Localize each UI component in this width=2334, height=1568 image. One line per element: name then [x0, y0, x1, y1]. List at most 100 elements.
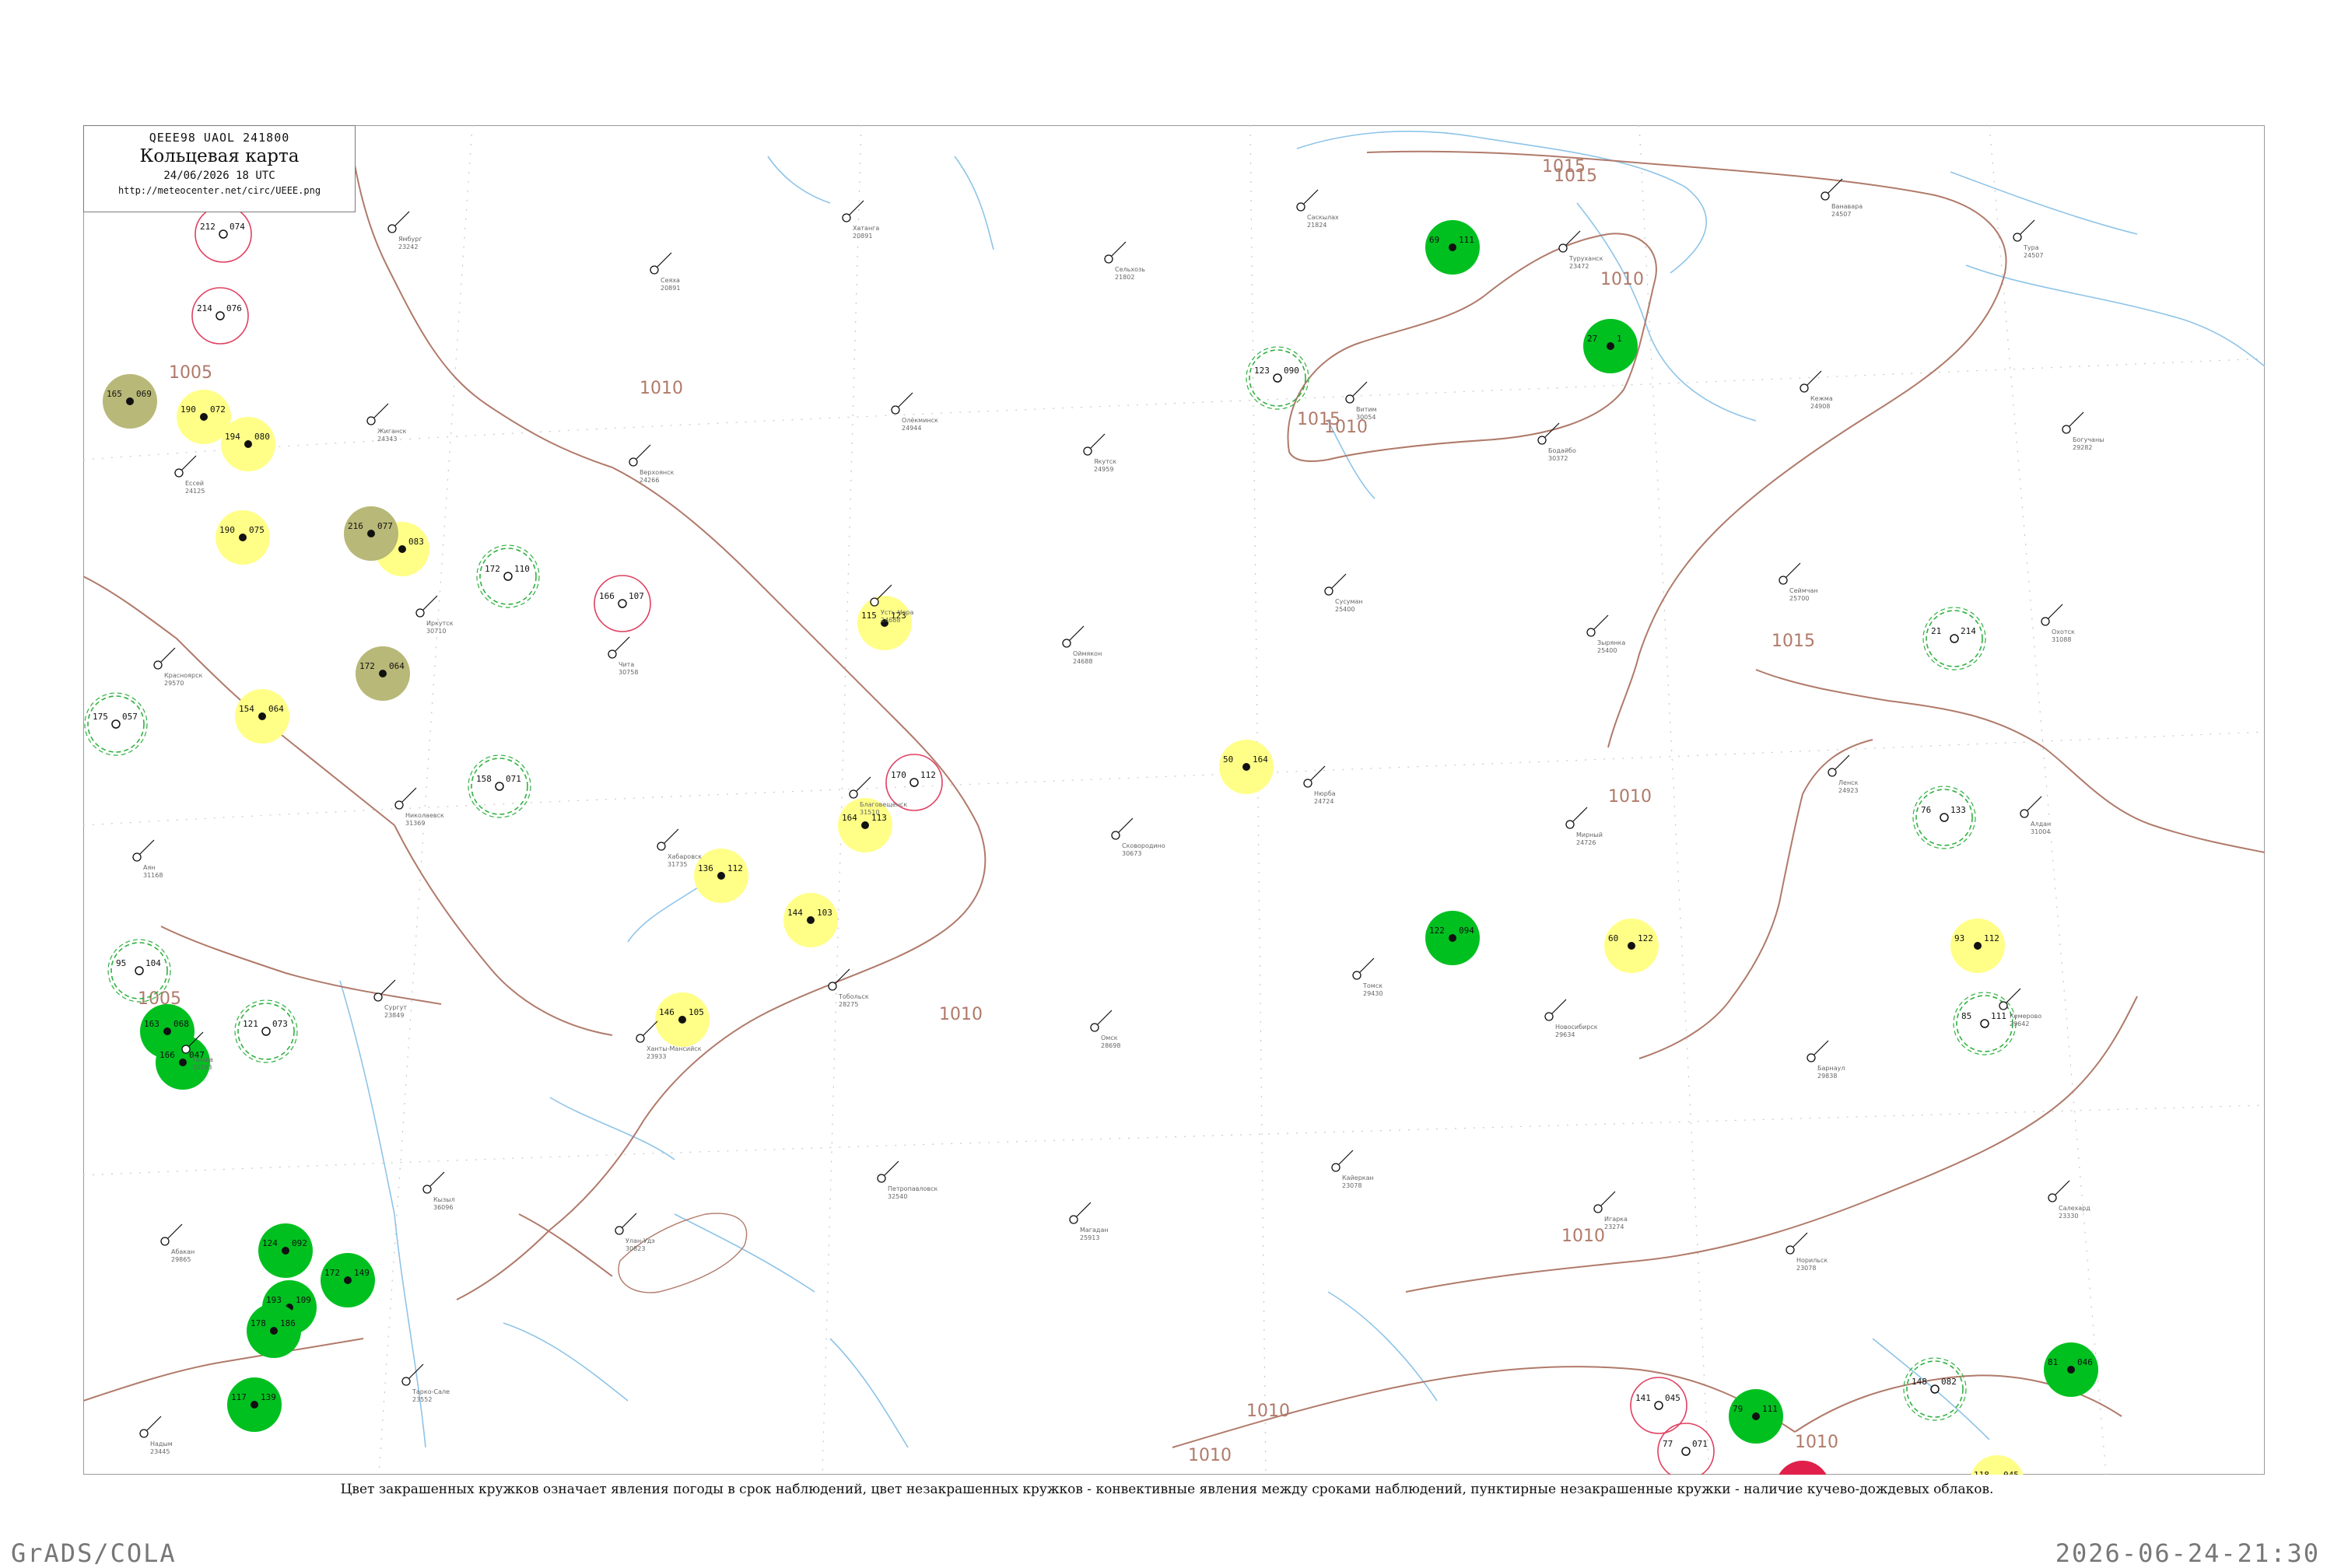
station-label[interactable]: Ессей24125 — [174, 455, 205, 495]
station-marker-haze[interactable]: 216 077 — [344, 506, 398, 561]
station-marker-rain[interactable]: 81 046 — [2044, 1342, 2098, 1397]
station-marker-showers[interactable]: 194 080 — [221, 417, 275, 471]
station-marker-showers[interactable]: 118 045 — [1970, 1455, 2024, 1475]
station-ring-cb[interactable]: 76 133 — [1912, 786, 1976, 849]
station-label[interactable]: Нюрба24724 — [1303, 765, 1336, 805]
station-name: Кемерово — [2010, 1013, 2041, 1020]
station-label[interactable]: Кемерово29642 — [1999, 988, 2041, 1027]
station-label[interactable]: Сургут23849 — [373, 979, 407, 1019]
station-marker-rain[interactable]: 122 094 — [1425, 911, 1480, 965]
station-ring-convective[interactable]: 166 107 — [594, 575, 651, 632]
station-label[interactable]: Магадан25913 — [1069, 1202, 1109, 1241]
station-label[interactable]: Алдан31004 — [2020, 796, 2051, 835]
station-label[interactable]: Тобольск28275 — [828, 968, 869, 1008]
station-ring-convective[interactable]: 141 045 — [1630, 1377, 1687, 1434]
station-label[interactable]: Жиганск24343 — [366, 403, 407, 443]
station-label[interactable]: Верхоянск24266 — [629, 444, 675, 484]
station-marker-haze[interactable]: 172 064 — [356, 646, 410, 701]
station-label[interactable]: Чита30758 — [608, 636, 638, 676]
station-ring-convective[interactable]: 214 076 — [191, 287, 249, 345]
station-name: Чита — [619, 661, 634, 668]
station-label[interactable]: Красноярск29570 — [153, 647, 202, 687]
station-value: 81 — [2048, 1357, 2058, 1367]
station-label[interactable]: Хабаровск31735 — [657, 828, 702, 868]
station-marker-showers[interactable]: 60 122 — [1604, 919, 1659, 973]
station-value: 1 — [1617, 334, 1622, 344]
station-ring-cb[interactable]: 85 111 — [1953, 992, 2017, 1055]
station-marker-rain[interactable]: 27 1 — [1583, 319, 1638, 373]
station-ring-cb[interactable]: 175 057 — [84, 692, 148, 756]
station-label[interactable]: Норильск23078 — [1786, 1232, 1828, 1272]
station-label[interactable]: Барнаул29838 — [1807, 1040, 1845, 1080]
station-ring-cb[interactable]: 21 214 — [1922, 607, 1986, 670]
station-label[interactable]: Сковородино30673 — [1111, 817, 1165, 857]
station-id: 28698 — [1101, 1042, 1120, 1049]
station-ring-convective[interactable]: 212 074 — [194, 205, 252, 263]
station-name: Тура — [2023, 244, 2039, 251]
station-label[interactable]: Салехард23330 — [2048, 1180, 2090, 1220]
station-marker-showers[interactable]: 154 064 — [235, 689, 289, 744]
station-id: 30758 — [619, 669, 638, 676]
station-label[interactable]: Охотск31088 — [2041, 604, 2075, 643]
station-label[interactable]: Витим30054 — [1345, 381, 1377, 421]
station-name: Красноярск — [164, 672, 202, 679]
station-label[interactable]: Мирный24726 — [1565, 807, 1603, 846]
station-label[interactable]: Ямбург23242 — [387, 211, 422, 250]
station-marker-showers[interactable]: 50 164 — [1219, 740, 1274, 794]
station-marker-showers[interactable]: 144 103 — [783, 893, 838, 947]
station-marker-thunderstorm[interactable]: 059 — [1775, 1461, 1830, 1475]
station-label[interactable]: Саскылах21824 — [1296, 189, 1339, 229]
station-id: 30054 — [1356, 414, 1376, 421]
station-label[interactable]: Хатанга20891 — [842, 200, 879, 240]
station-label[interactable]: Томск29430 — [1352, 957, 1383, 997]
station-ring-cb[interactable]: 121 073 — [234, 999, 298, 1063]
station-marker-showers[interactable]: 146 105 — [655, 992, 710, 1047]
station-ring-cb[interactable]: 158 071 — [468, 754, 531, 818]
station-marker-haze[interactable]: 165 069 — [103, 374, 157, 429]
station-marker-rain[interactable]: 69 111 — [1425, 220, 1480, 275]
station-marker-showers[interactable]: 93 112 — [1950, 919, 2005, 973]
station-label[interactable]: Тарко-Сале23552 — [401, 1363, 450, 1403]
station-value: 045 — [1665, 1393, 1680, 1403]
station-value: 149 — [354, 1268, 370, 1278]
station-label[interactable]: Аян31168 — [132, 839, 163, 879]
station-label[interactable]: Петропавловск32540 — [877, 1160, 938, 1200]
station-marker-rain[interactable]: 178 186 — [247, 1304, 301, 1358]
station-label[interactable]: Сеймчан25700 — [1779, 562, 1818, 602]
station-label[interactable]: Игарка23274 — [1593, 1191, 1628, 1230]
station-label[interactable]: Сусуман25400 — [1324, 573, 1363, 613]
station-label[interactable]: Сеяха20891 — [650, 252, 680, 292]
station-marker-rain[interactable]: 124 092 — [258, 1223, 313, 1278]
station-ring-cb[interactable]: 123 090 — [1246, 346, 1309, 410]
station-label[interactable]: Кайеркан23078 — [1331, 1150, 1374, 1189]
station-marker-showers[interactable]: 190 075 — [216, 510, 270, 565]
station-label[interactable]: Зырянка25400 — [1586, 614, 1625, 654]
station-label[interactable]: Ванавара24507 — [1821, 178, 1863, 218]
station-label[interactable]: Улан-Удэ30823 — [615, 1213, 655, 1252]
station-marker-showers[interactable]: 136 112 — [694, 849, 748, 903]
station-label[interactable]: Иркутск30710 — [415, 595, 454, 635]
station-label[interactable]: Омск28698 — [1090, 1010, 1120, 1049]
station-label[interactable]: Богучаны29282 — [2062, 411, 2104, 451]
station-label[interactable]: Надым23445 — [139, 1416, 173, 1455]
station-label[interactable]: Ленск24923 — [1828, 754, 1859, 794]
station-value: 136 — [698, 863, 713, 873]
map-url[interactable]: http://meteocenter.net/circ/UEEE.png — [84, 185, 355, 196]
station-label[interactable]: Кызыл36096 — [422, 1171, 455, 1211]
station-label[interactable]: Тура24507 — [2013, 219, 2043, 259]
station-ring-cb[interactable]: 148 082 — [1903, 1357, 1967, 1421]
station-marker-rain[interactable]: 172 149 — [321, 1253, 375, 1307]
station-label[interactable]: Сельхозь21802 — [1104, 241, 1145, 281]
station-label[interactable]: Новосибирск29634 — [1544, 999, 1598, 1038]
station-label[interactable]: Олёкминск24944 — [891, 392, 938, 432]
station-name: Сеяха — [661, 277, 680, 284]
station-marker-rain[interactable]: 117 139 — [227, 1377, 282, 1432]
synoptic-map[interactable]: 1015101510101015101010151005101010101005… — [83, 125, 2265, 1475]
station-label[interactable]: Якутск24959 — [1083, 433, 1116, 473]
station-id: 24726 — [1576, 839, 1596, 846]
station-label[interactable]: Абакан29865 — [160, 1223, 194, 1263]
station-marker-rain[interactable]: 79 111 — [1729, 1389, 1783, 1444]
station-ring-convective[interactable]: 77 071 — [1657, 1423, 1715, 1475]
station-ring-cb[interactable]: 172 110 — [476, 544, 540, 608]
station-label[interactable]: Оймякон24688 — [1062, 625, 1102, 665]
